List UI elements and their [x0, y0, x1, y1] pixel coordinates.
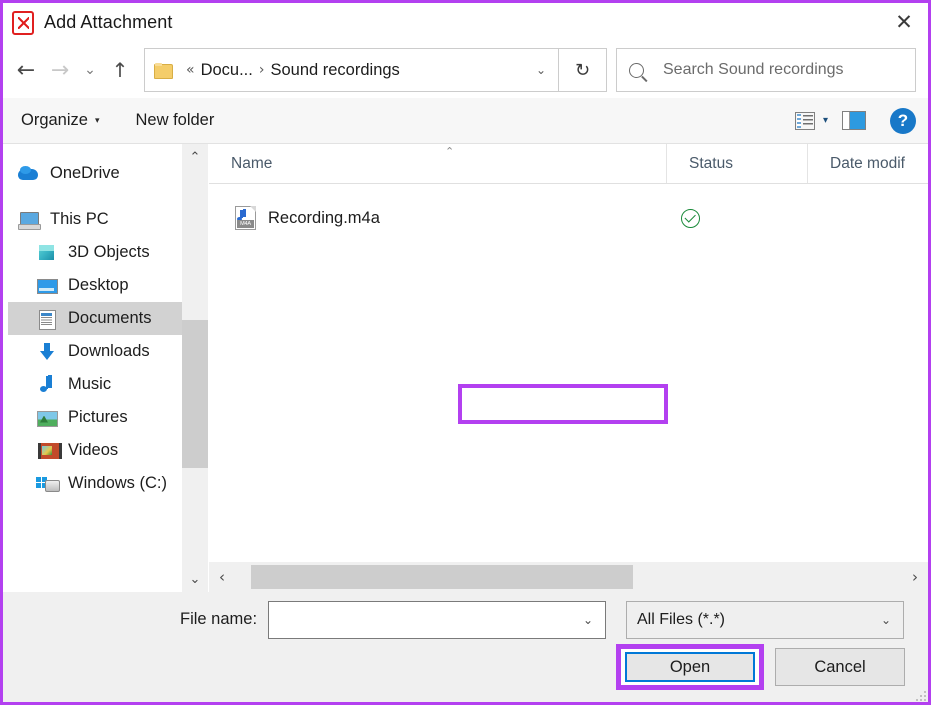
cancel-button[interactable]: Cancel: [775, 648, 905, 686]
windows-drive-icon: [36, 474, 60, 494]
navigation-pane: OneDrive This PC 3D Objects Desktop Docu…: [3, 144, 209, 592]
sidebar-item-pictures[interactable]: Pictures: [8, 401, 205, 434]
breadcrumb-current[interactable]: Sound recordings: [270, 61, 399, 80]
sidebar-item-label: Music: [68, 375, 112, 393]
sidebar-item-label: This PC: [50, 210, 109, 228]
pictures-icon: [36, 408, 58, 428]
file-type-filter-select[interactable]: All Files (*.*) ⌄: [626, 601, 904, 639]
sidebar-item-label: 3D Objects: [68, 243, 150, 261]
this-pc-icon: [18, 210, 41, 230]
sidebar-item-desktop[interactable]: Desktop: [8, 269, 205, 302]
sidebar-item-3d-objects[interactable]: 3D Objects: [8, 236, 205, 269]
title-bar: Add Attachment ✕: [3, 3, 928, 42]
close-icon[interactable]: ✕: [880, 3, 928, 40]
pdf-file-icon: [12, 10, 34, 35]
documents-icon: [36, 309, 58, 330]
dialog-body: OneDrive This PC 3D Objects Desktop Docu…: [3, 144, 928, 592]
file-name-input[interactable]: ⌄: [268, 601, 606, 639]
forward-button[interactable]: →: [43, 53, 77, 87]
sort-indicator-icon: ⌃: [445, 145, 455, 158]
chevron-right-icon[interactable]: ›: [253, 62, 271, 78]
new-folder-button[interactable]: New folder: [135, 111, 214, 130]
hscroll-track[interactable]: [235, 562, 902, 592]
sidebar-item-label: Windows (C:): [68, 474, 168, 492]
file-type-filter-value: All Files (*.*): [637, 611, 726, 628]
open-button[interactable]: Open: [625, 652, 755, 682]
videos-icon: [36, 441, 62, 461]
music-icon: [36, 375, 58, 395]
sidebar-item-downloads[interactable]: Downloads: [8, 335, 205, 368]
music-note-icon: [237, 210, 243, 221]
sidebar-scroll-track[interactable]: [182, 170, 208, 566]
sidebar-item-label: Desktop: [68, 276, 129, 294]
m4a-file-icon: M4A: [235, 206, 256, 230]
organize-label: Organize: [21, 111, 88, 129]
up-button[interactable]: ↑: [103, 53, 137, 87]
add-attachment-dialog: Add Attachment ✕ ← → ⌄ ↑ « Docu... › Sou…: [0, 0, 931, 705]
organize-button[interactable]: Organize ▾: [21, 111, 99, 130]
sidebar-item-this-pc[interactable]: This PC: [8, 203, 205, 236]
new-folder-label: New folder: [135, 111, 215, 129]
downloads-icon: [36, 342, 58, 362]
breadcrumb-overflow-icon[interactable]: «: [180, 62, 201, 78]
folder-icon: [154, 63, 173, 79]
scroll-up-icon[interactable]: ⌃: [182, 144, 208, 170]
file-name-label: File name:: [180, 610, 258, 628]
column-header-date-modified[interactable]: Date modif: [807, 144, 927, 183]
sidebar-item-onedrive[interactable]: OneDrive: [8, 157, 205, 190]
file-list-pane: Name Status Date modif ⌃ M4A Recording.m…: [209, 144, 928, 592]
file-list-horizontal-scrollbar[interactable]: ‹ ›: [209, 562, 928, 592]
breadcrumb-parent[interactable]: Docu...: [201, 61, 253, 80]
command-toolbar: Organize ▾ New folder ▾ ?: [3, 98, 928, 144]
back-button[interactable]: ←: [9, 53, 43, 87]
column-header-name[interactable]: Name: [209, 144, 666, 183]
preview-pane-icon[interactable]: [842, 111, 866, 130]
refresh-icon[interactable]: ↻: [559, 48, 607, 92]
page-title: Add Attachment: [44, 12, 173, 32]
chevron-down-icon[interactable]: ⌄: [575, 613, 601, 627]
list-view-icon[interactable]: [794, 111, 815, 130]
recent-locations-button[interactable]: ⌄: [77, 53, 103, 87]
m4a-file-icon-label: M4A: [237, 220, 254, 228]
chevron-down-icon[interactable]: ⌄: [873, 613, 899, 627]
search-icon: [629, 62, 644, 78]
sidebar-item-label: Downloads: [68, 342, 150, 360]
column-headers: Name Status Date modif ⌃: [209, 144, 928, 184]
3d-objects-icon: [36, 243, 58, 263]
synced-check-icon: [681, 208, 700, 228]
help-icon[interactable]: ?: [890, 107, 916, 134]
table-row[interactable]: M4A Recording.m4a: [209, 200, 928, 236]
sidebar-item-music[interactable]: Music: [8, 368, 205, 401]
sidebar-item-windows-c[interactable]: Windows (C:): [8, 467, 205, 500]
file-list[interactable]: M4A Recording.m4a: [209, 184, 928, 562]
chevron-down-icon[interactable]: ▾: [823, 115, 828, 126]
search-input[interactable]: Search Sound recordings: [616, 48, 916, 92]
sidebar-item-label: Videos: [68, 441, 119, 459]
hscroll-thumb[interactable]: [251, 565, 633, 589]
column-header-status[interactable]: Status: [666, 144, 807, 183]
navigation-bar: ← → ⌄ ↑ « Docu... › Sound recordings ⌄ ↻…: [3, 42, 928, 98]
search-placeholder: Search Sound recordings: [663, 61, 844, 78]
breadcrumb[interactable]: « Docu... › Sound recordings ⌄: [144, 48, 559, 92]
sidebar-scroll-thumb[interactable]: [182, 320, 208, 468]
scroll-left-icon[interactable]: ‹: [209, 568, 235, 586]
chevron-down-icon[interactable]: ⌄: [526, 63, 556, 77]
sidebar-item-label: Documents: [68, 309, 152, 327]
resize-grip[interactable]: [915, 690, 927, 702]
sidebar-item-label: OneDrive: [50, 164, 120, 182]
toolbar-right-group: ▾ ?: [794, 107, 916, 134]
scroll-down-icon[interactable]: ⌄: [182, 566, 208, 592]
file-name-cell: Recording.m4a: [268, 208, 380, 227]
file-highlight-annotation: [458, 384, 668, 424]
scroll-right-icon[interactable]: ›: [902, 568, 928, 586]
desktop-icon: [36, 276, 58, 296]
sidebar-item-documents[interactable]: Documents: [8, 302, 205, 335]
sidebar-scrollbar[interactable]: ⌃ ⌄: [182, 144, 208, 592]
sidebar-item-label: Pictures: [68, 408, 128, 426]
chevron-down-icon: ▾: [94, 115, 100, 126]
sidebar-item-videos[interactable]: Videos: [8, 434, 205, 467]
onedrive-icon: [18, 164, 40, 184]
